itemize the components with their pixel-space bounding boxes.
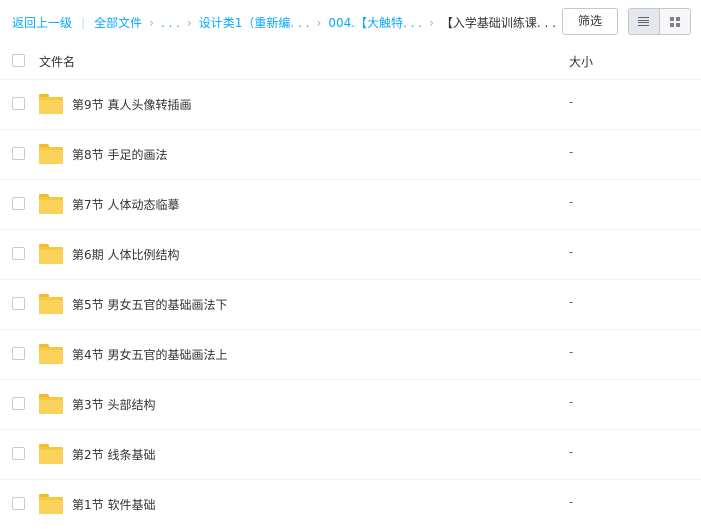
table-row[interactable]: 第5节 男女五官的基础画法下 -	[0, 280, 701, 330]
table-row[interactable]: 第8节 手足的画法 -	[0, 130, 701, 180]
file-size: -	[569, 145, 574, 159]
folder-icon	[39, 344, 63, 364]
row-checkbox[interactable]	[12, 247, 25, 260]
table-row[interactable]: 第2节 线条基础 -	[0, 430, 701, 480]
grid-view-icon	[669, 16, 680, 27]
back-link[interactable]: 返回上一级	[12, 14, 72, 31]
file-size: -	[569, 195, 574, 209]
file-size: -	[569, 495, 574, 509]
breadcrumb-level-2[interactable]: 004.【大触特. . .	[328, 14, 422, 31]
folder-icon	[39, 194, 63, 214]
file-name[interactable]: 第7节 人体动态临摹	[72, 196, 179, 213]
file-name[interactable]: 第2节 线条基础	[72, 446, 155, 463]
file-size: -	[569, 95, 574, 109]
table-row[interactable]: 第4节 男女五官的基础画法上 -	[0, 330, 701, 380]
column-header-name[interactable]: 文件名	[39, 53, 75, 70]
table-row[interactable]: 第9节 真人头像转插画 -	[0, 80, 701, 130]
file-size: -	[569, 295, 574, 309]
file-size: -	[569, 445, 574, 459]
file-name[interactable]: 第6期 人体比例结构	[72, 246, 179, 263]
select-all-checkbox[interactable]	[12, 54, 25, 67]
breadcrumb-current: 【入学基础训练课. . .	[440, 16, 556, 30]
row-checkbox[interactable]	[12, 447, 25, 460]
breadcrumb-all-files[interactable]: 全部文件	[94, 14, 142, 31]
view-toggle	[628, 8, 691, 35]
table-header: 文件名 大小	[0, 42, 701, 80]
chevron-right-icon: ›	[429, 15, 434, 30]
file-size: -	[569, 245, 574, 259]
top-toolbar: 返回上一级 | 全部文件 › . . . › 设计类1（重新编. . . › 0…	[0, 0, 701, 42]
folder-icon	[39, 394, 63, 414]
list-view-button[interactable]	[629, 9, 660, 34]
chevron-right-icon: ›	[149, 15, 154, 30]
file-size: -	[569, 345, 574, 359]
folder-icon	[39, 144, 63, 164]
list-view-icon	[638, 17, 650, 26]
row-checkbox[interactable]	[12, 97, 25, 110]
table-row[interactable]: 第7节 人体动态临摹 -	[0, 180, 701, 230]
breadcrumb-level-1[interactable]: 设计类1（重新编. . .	[199, 14, 310, 31]
row-checkbox[interactable]	[12, 497, 25, 510]
folder-icon	[39, 94, 63, 114]
folder-icon	[39, 494, 63, 514]
file-size: -	[569, 395, 574, 409]
file-name[interactable]: 第3节 头部结构	[72, 396, 155, 413]
column-header-size[interactable]: 大小	[569, 53, 593, 70]
breadcrumb-divider: |	[81, 15, 86, 30]
filter-button[interactable]: 筛选	[562, 8, 618, 35]
table-row[interactable]: 第1节 软件基础 -	[0, 480, 701, 529]
file-name[interactable]: 第5节 男女五官的基础画法下	[72, 296, 227, 313]
folder-icon	[39, 244, 63, 264]
folder-icon	[39, 444, 63, 464]
file-name[interactable]: 第1节 软件基础	[72, 496, 155, 513]
file-name[interactable]: 第8节 手足的画法	[72, 146, 167, 163]
breadcrumb-ellipsis[interactable]: . . .	[161, 16, 180, 30]
file-name[interactable]: 第9节 真人头像转插画	[72, 96, 191, 113]
row-checkbox[interactable]	[12, 197, 25, 210]
row-checkbox[interactable]	[12, 147, 25, 160]
row-checkbox[interactable]	[12, 297, 25, 310]
grid-view-button[interactable]	[659, 9, 690, 34]
chevron-right-icon: ›	[316, 15, 322, 30]
file-list: 第9节 真人头像转插画 - 第8节 手足的画法 - 第7节 人体动态临摹 - 第…	[0, 80, 701, 529]
file-name[interactable]: 第4节 男女五官的基础画法上	[72, 346, 227, 363]
row-checkbox[interactable]	[12, 397, 25, 410]
folder-icon	[39, 294, 63, 314]
breadcrumb: 返回上一级 | 全部文件 › . . . › 设计类1（重新编. . . › 0…	[12, 14, 556, 31]
chevron-right-icon: ›	[186, 15, 192, 30]
row-checkbox[interactable]	[12, 347, 25, 360]
table-row[interactable]: 第3节 头部结构 -	[0, 380, 701, 430]
table-row[interactable]: 第6期 人体比例结构 -	[0, 230, 701, 280]
